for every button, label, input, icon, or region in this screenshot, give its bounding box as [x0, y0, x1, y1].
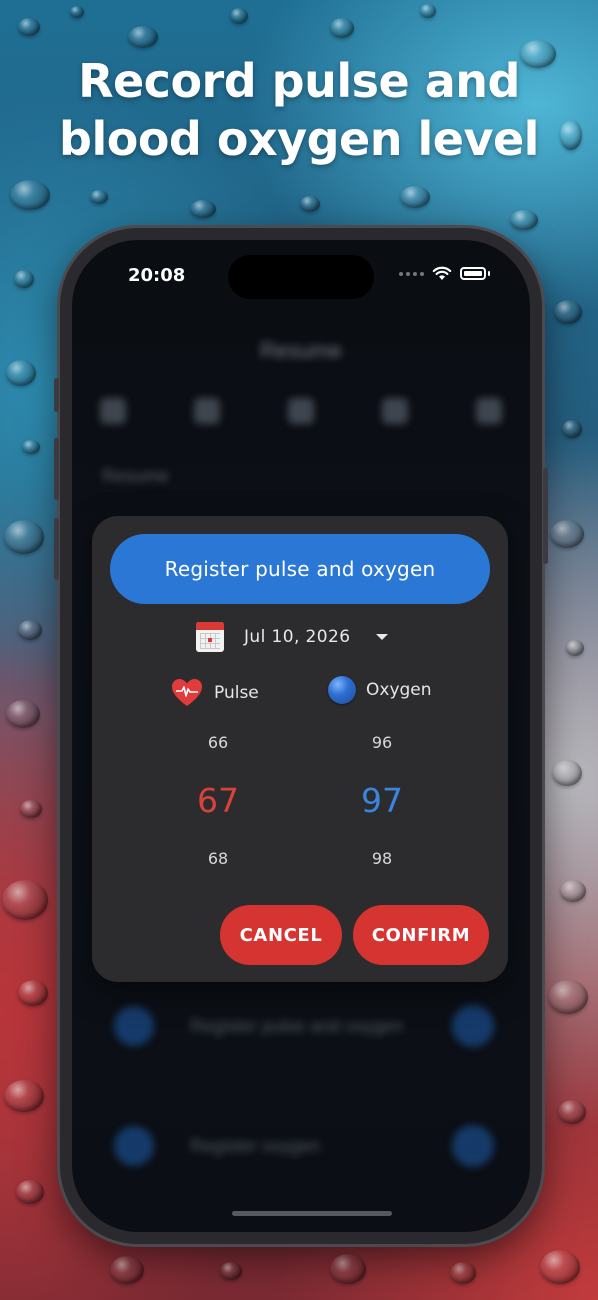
- oxygen-icon: [114, 1126, 154, 1166]
- background-tab-bar: [100, 398, 502, 424]
- confirm-button[interactable]: CONFIRM: [353, 905, 489, 965]
- dialog-title-button[interactable]: Register pulse and oxygen: [110, 534, 490, 604]
- pulse-next-value[interactable]: 68: [168, 844, 268, 874]
- pulse-selected-value[interactable]: 67: [168, 758, 268, 844]
- battery-icon: [460, 267, 486, 280]
- phone-frame: 20:08 Resume Resume Register pulse and o…: [54, 228, 548, 1244]
- side-button-left-2: [54, 438, 59, 500]
- headline-line-2: blood oxygen level: [59, 112, 539, 166]
- oxygen-selected-value[interactable]: 97: [332, 758, 432, 844]
- oxygen-label: Oxygen: [366, 680, 432, 700]
- heart-oxygen-icon: [114, 1006, 154, 1046]
- home-icon: [100, 398, 126, 424]
- background-section-label: Resume: [102, 466, 170, 486]
- background-app-title: Resume: [260, 338, 342, 363]
- home-indicator[interactable]: [232, 1211, 392, 1216]
- dynamic-island: [228, 255, 374, 299]
- battery-tip: [488, 271, 490, 276]
- cancel-button[interactable]: CANCEL: [220, 905, 342, 965]
- chevron-down-icon: [376, 634, 389, 640]
- pulse-prev-value[interactable]: 66: [168, 728, 268, 758]
- background-row-label: Register oxygen: [190, 1135, 321, 1156]
- calendar-icon: [288, 398, 314, 424]
- calendar-icon: [196, 622, 224, 652]
- oxygen-icon: [328, 676, 356, 704]
- headline-line-1: Record pulse and: [78, 54, 520, 108]
- oxygen-header: Oxygen: [328, 676, 432, 704]
- settings-icon: [476, 398, 502, 424]
- user-icon: [382, 398, 408, 424]
- background-row-pulse-oxygen: Register pulse and oxygen: [114, 1000, 494, 1052]
- signal-dots-icon: [399, 271, 424, 276]
- oxygen-prev-value[interactable]: 96: [332, 728, 432, 758]
- side-button-left-3: [54, 518, 59, 580]
- headline: Record pulse and blood oxygen level: [0, 52, 598, 168]
- pulse-picker[interactable]: 66 67 68: [168, 728, 268, 874]
- background-row-add-button: [452, 1125, 494, 1167]
- oxygen-picker[interactable]: 96 97 98: [332, 728, 432, 874]
- phone-screen: 20:08 Resume Resume Register pulse and o…: [72, 240, 530, 1232]
- pulse-header: Pulse: [170, 676, 259, 710]
- background-row-label: Register pulse and oxygen: [190, 1015, 404, 1036]
- side-button-right: [543, 468, 548, 564]
- date-selector[interactable]: Jul 10, 2026: [196, 620, 389, 654]
- wifi-icon: [432, 266, 452, 280]
- status-icons: [399, 266, 490, 281]
- register-dialog: Register pulse and oxygen Jul 10, 2026 P…: [92, 516, 508, 982]
- oxygen-next-value[interactable]: 98: [332, 844, 432, 874]
- status-time: 20:08: [128, 265, 186, 286]
- heart-icon: [172, 679, 202, 706]
- chart-icon: [194, 398, 220, 424]
- date-value: Jul 10, 2026: [244, 627, 351, 647]
- background-row-oxygen: Register oxygen: [114, 1120, 494, 1172]
- background-row-add-button: [452, 1005, 494, 1047]
- pulse-label: Pulse: [214, 683, 259, 703]
- side-button-left-1: [54, 378, 59, 412]
